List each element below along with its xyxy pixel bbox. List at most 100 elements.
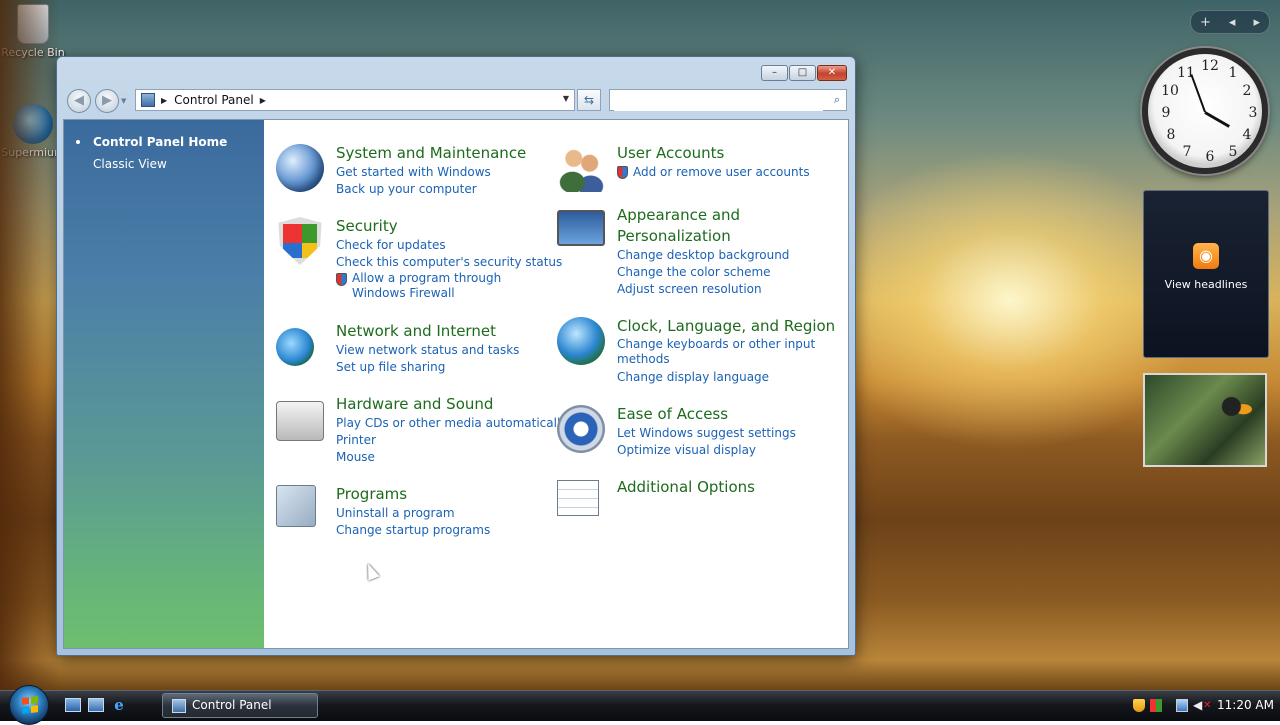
next-gadget-button[interactable]: ▸: [1253, 15, 1260, 30]
task-pane: Control Panel Home Classic View: [64, 120, 264, 648]
clock-number: 12: [1201, 58, 1219, 74]
taskbar-button-control-panel[interactable]: Control Panel: [162, 693, 318, 718]
category-title[interactable]: Clock, Language, and Region: [617, 317, 835, 335]
programs-box-icon[interactable]: [276, 485, 316, 527]
category-title-line2[interactable]: Personalization: [617, 227, 731, 245]
network-globe-icon[interactable]: [276, 328, 314, 366]
slideshow-gadget[interactable]: [1143, 373, 1267, 467]
view-headlines-label: View headlines: [1164, 278, 1248, 291]
category-title[interactable]: Ease of Access: [617, 405, 728, 423]
appearance-monitor-icon[interactable]: [557, 210, 605, 246]
breadcrumb-arrow-icon[interactable]: ▶: [161, 96, 167, 105]
clock-number: 6: [1205, 149, 1215, 165]
category-link[interactable]: Change desktop background: [617, 247, 789, 264]
search-icon[interactable]: ⌕: [834, 93, 840, 107]
control-panel-icon: [172, 699, 186, 713]
category-link[interactable]: Play CDs or other media automatically: [336, 415, 567, 432]
clock-minute-hand: [1190, 74, 1206, 113]
recycle-bin-icon: [17, 4, 49, 44]
clock-globe-icon[interactable]: [557, 317, 605, 365]
rss-feed-icon: ◉: [1193, 243, 1219, 269]
gadget-toolbar: + ◂ ▸: [1190, 10, 1270, 34]
windows-flag-icon[interactable]: [1150, 699, 1162, 712]
uac-shield-icon: [336, 273, 347, 286]
category-link[interactable]: Change keyboards or other input methods: [617, 337, 822, 367]
category-link[interactable]: Let Windows suggest settings: [617, 425, 796, 442]
clock-gadget[interactable]: 12 1 2 3 4 5 6 7 8 9 10 11: [1142, 48, 1268, 174]
ease-of-access-icon[interactable]: [557, 405, 605, 453]
recent-pages-dropdown-icon[interactable]: ▼: [121, 97, 126, 105]
security-alert-icon[interactable]: [1133, 699, 1145, 712]
close-button[interactable]: ✕: [817, 65, 847, 81]
show-desktop-icon[interactable]: [65, 698, 81, 712]
category-link[interactable]: Check for updates: [336, 237, 562, 254]
control-panel-icon: [141, 93, 155, 107]
category-title[interactable]: System and Maintenance: [336, 144, 526, 162]
user-accounts-icon[interactable]: [557, 144, 605, 192]
breadcrumb-control-panel[interactable]: Control Panel: [174, 93, 254, 107]
category-title[interactable]: Programs: [336, 485, 407, 503]
forward-button[interactable]: ▶: [95, 89, 119, 113]
switch-windows-icon[interactable]: [88, 698, 104, 712]
clock-hour-hand: [1204, 111, 1230, 128]
network-icon[interactable]: [1176, 699, 1188, 712]
mute-indicator-icon: ✕: [1203, 700, 1212, 711]
category-link[interactable]: Add or remove user accounts: [633, 164, 810, 181]
category-link[interactable]: Check this computer's security status: [336, 254, 562, 271]
category-title[interactable]: Additional Options: [617, 478, 755, 496]
category-link[interactable]: Adjust screen resolution: [617, 281, 789, 298]
address-dropdown-icon[interactable]: ▼: [563, 94, 569, 103]
clock-number: 4: [1242, 127, 1252, 143]
recycle-bin-desktop-icon[interactable]: Recycle Bin: [0, 4, 70, 59]
feed-headlines-gadget[interactable]: ◉ View headlines: [1143, 190, 1269, 358]
previous-gadget-button[interactable]: ◂: [1229, 15, 1236, 30]
printer-icon[interactable]: [276, 401, 324, 441]
control-panel-home-link[interactable]: Control Panel Home: [93, 135, 227, 149]
selected-bullet-icon: [76, 140, 80, 144]
search-input[interactable]: [614, 91, 823, 111]
start-button[interactable]: [9, 685, 49, 725]
category-link[interactable]: Mouse: [336, 449, 567, 466]
control-panel-window: – □ ✕ ◀ ▶ ▼ ▶ Control Panel ▶ ▼ ⇆ ⌕ Cont…: [56, 56, 856, 656]
category-title[interactable]: Appearance and: [617, 206, 740, 224]
address-bar[interactable]: ▶ Control Panel ▶ ▼: [135, 89, 575, 111]
category-link[interactable]: Optimize visual display: [617, 442, 796, 459]
content-area: Control Panel Home Classic View System a…: [63, 119, 849, 649]
category-link[interactable]: Printer: [336, 432, 567, 449]
category-link[interactable]: Change display language: [617, 369, 822, 386]
classic-view-link[interactable]: Classic View: [93, 157, 167, 171]
checklist-icon[interactable]: [557, 480, 599, 516]
supermium-icon: [13, 104, 53, 144]
category-link[interactable]: View network status and tasks: [336, 342, 519, 359]
clock-number: 9: [1161, 105, 1171, 121]
category-title[interactable]: Network and Internet: [336, 322, 496, 340]
clock-number: 7: [1182, 144, 1192, 160]
clock-number: 5: [1228, 144, 1238, 160]
category-link[interactable]: Change the color scheme: [617, 264, 789, 281]
breadcrumb-arrow-icon[interactable]: ▶: [260, 96, 266, 105]
category-link[interactable]: Set up file sharing: [336, 359, 519, 376]
system-maintenance-icon[interactable]: [276, 144, 324, 192]
minimize-button[interactable]: –: [761, 65, 788, 81]
maximize-button[interactable]: □: [789, 65, 816, 81]
category-link[interactable]: Uninstall a program: [336, 505, 490, 522]
security-shield-icon[interactable]: [278, 217, 322, 265]
clock-number: 3: [1248, 105, 1258, 121]
category-link[interactable]: Allow a program through Windows Firewall: [352, 271, 557, 301]
category-link[interactable]: Get started with Windows: [336, 164, 491, 181]
taskbar-button-label: Control Panel: [192, 698, 272, 712]
category-link[interactable]: Change startup programs: [336, 522, 490, 539]
add-gadget-button[interactable]: +: [1200, 15, 1211, 30]
refresh-button[interactable]: ⇆: [577, 89, 601, 111]
window-controls: – □ ✕: [761, 65, 847, 81]
search-box[interactable]: ⌕: [609, 89, 847, 111]
category-title[interactable]: User Accounts: [617, 144, 724, 162]
clock-number: 1: [1228, 65, 1238, 81]
internet-explorer-icon[interactable]: e: [111, 698, 127, 713]
taskbar-clock[interactable]: 11:20 AM: [1217, 698, 1274, 712]
back-button[interactable]: ◀: [67, 89, 91, 113]
category-title[interactable]: Hardware and Sound: [336, 395, 493, 413]
category-link[interactable]: Back up your computer: [336, 181, 491, 198]
category-title[interactable]: Security: [336, 217, 398, 235]
clock-number: 8: [1166, 127, 1176, 143]
